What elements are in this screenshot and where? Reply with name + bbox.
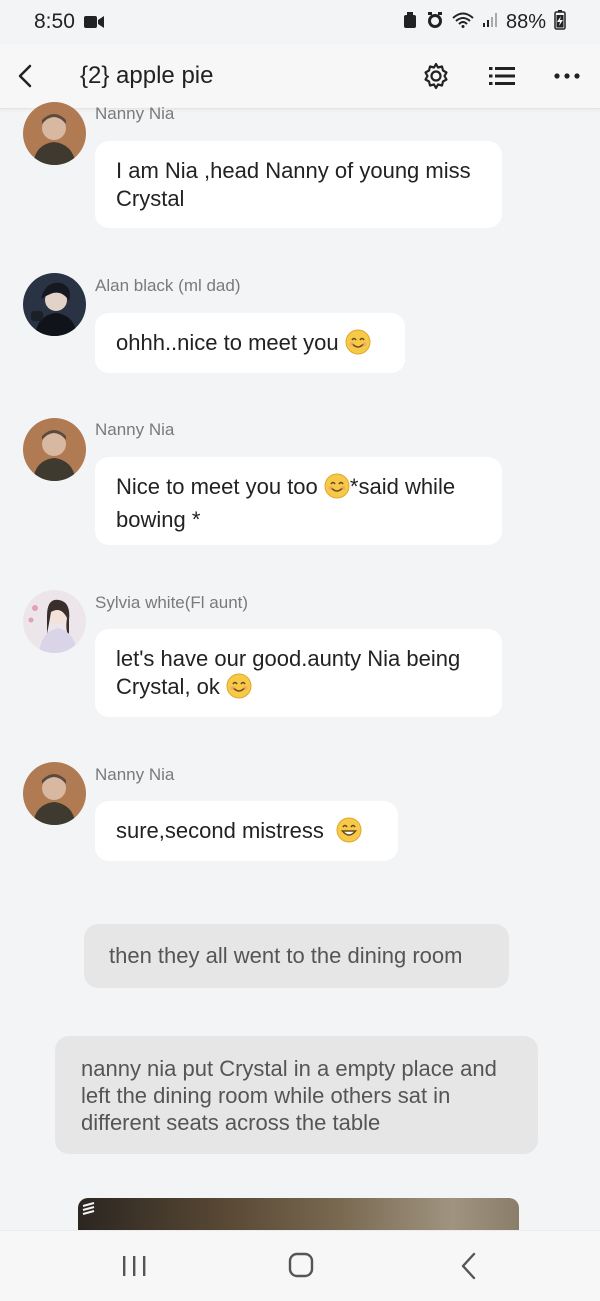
narration-text: nanny nia put Crystal in a empty place a… bbox=[81, 1056, 497, 1135]
recent-apps-button[interactable] bbox=[114, 1249, 154, 1283]
avatar[interactable] bbox=[23, 102, 86, 165]
wifi-icon bbox=[452, 12, 474, 33]
smiling-face-emoji-icon bbox=[226, 673, 252, 706]
message-text: I am Nia ,head Nanny of young miss Cryst… bbox=[116, 158, 471, 211]
settings-button[interactable] bbox=[420, 60, 452, 92]
status-time: 8:50 bbox=[34, 10, 75, 33]
nanny-nia-avatar-icon bbox=[23, 102, 86, 165]
alan-black-avatar-icon bbox=[23, 273, 86, 336]
message-text: sure,second mistress bbox=[116, 818, 324, 843]
nanny-nia-avatar-icon bbox=[23, 418, 86, 481]
battery-charging-icon bbox=[554, 10, 566, 35]
sender-name: Nanny Nia bbox=[95, 420, 175, 439]
recent-apps-icon bbox=[123, 1256, 146, 1276]
sender-name: Nanny Nia bbox=[95, 104, 175, 123]
back-nav-icon bbox=[461, 1252, 476, 1280]
sender-name: Alan black (ml dad) bbox=[95, 276, 241, 295]
image-icon bbox=[82, 1201, 95, 1216]
narration-text: then they all went to the dining room bbox=[109, 943, 463, 968]
recycle-icon bbox=[402, 11, 418, 34]
system-back-button[interactable] bbox=[450, 1249, 490, 1283]
message-bubble[interactable]: I am Nia ,head Nanny of young miss Cryst… bbox=[95, 141, 502, 228]
narration-bubble[interactable]: nanny nia put Crystal in a empty place a… bbox=[55, 1036, 538, 1154]
more-options-button[interactable] bbox=[552, 60, 584, 92]
system-navigation-bar bbox=[0, 1230, 600, 1301]
list-menu-icon bbox=[489, 67, 515, 85]
grinning-face-emoji-icon bbox=[336, 817, 362, 850]
settings-gear-icon bbox=[424, 62, 448, 90]
smiling-face-emoji-icon bbox=[324, 473, 350, 506]
message-bubble[interactable]: sure,second mistress bbox=[95, 801, 398, 861]
sylvia-white-avatar-icon bbox=[23, 590, 86, 653]
battery-percent: 88% bbox=[505, 11, 546, 33]
home-icon bbox=[288, 1252, 314, 1278]
back-button[interactable] bbox=[10, 60, 40, 92]
sender-name: Nanny Nia bbox=[95, 765, 175, 784]
nanny-nia-avatar-icon bbox=[23, 762, 86, 825]
signal-icon bbox=[482, 12, 498, 33]
smiling-face-emoji-icon bbox=[345, 329, 371, 362]
chat-title: {2} apple pie bbox=[80, 62, 214, 89]
sender-name: Sylvia white(Fl aunt) bbox=[95, 593, 249, 612]
status-icons: 88% bbox=[402, 10, 566, 35]
status-bar: 8:50 88% bbox=[0, 0, 600, 44]
avatar[interactable] bbox=[23, 418, 86, 481]
avatar[interactable] bbox=[23, 590, 86, 653]
back-icon bbox=[18, 64, 32, 88]
message-text: let's have our good.aunty Nia being Crys… bbox=[116, 646, 461, 699]
avatar[interactable] bbox=[23, 762, 86, 825]
video-camera-icon bbox=[84, 15, 104, 34]
message-bubble[interactable]: ohhh..nice to meet you bbox=[95, 313, 405, 373]
chat-header: {2} apple pie bbox=[0, 44, 600, 109]
home-button[interactable] bbox=[281, 1249, 321, 1283]
message-bubble[interactable]: let's have our good.aunty Nia being Crys… bbox=[95, 629, 502, 717]
message-text: ohhh..nice to meet you bbox=[116, 330, 339, 355]
message-text-before-emoji: Nice to meet you too bbox=[116, 474, 318, 499]
avatar[interactable] bbox=[23, 273, 86, 336]
more-options-icon bbox=[554, 73, 580, 79]
message-bubble[interactable]: Nice to meet you too *said while bowing … bbox=[95, 457, 502, 545]
narration-bubble[interactable]: then they all went to the dining room bbox=[84, 924, 509, 988]
list-menu-button[interactable] bbox=[486, 60, 518, 92]
alarm-icon bbox=[426, 11, 444, 34]
